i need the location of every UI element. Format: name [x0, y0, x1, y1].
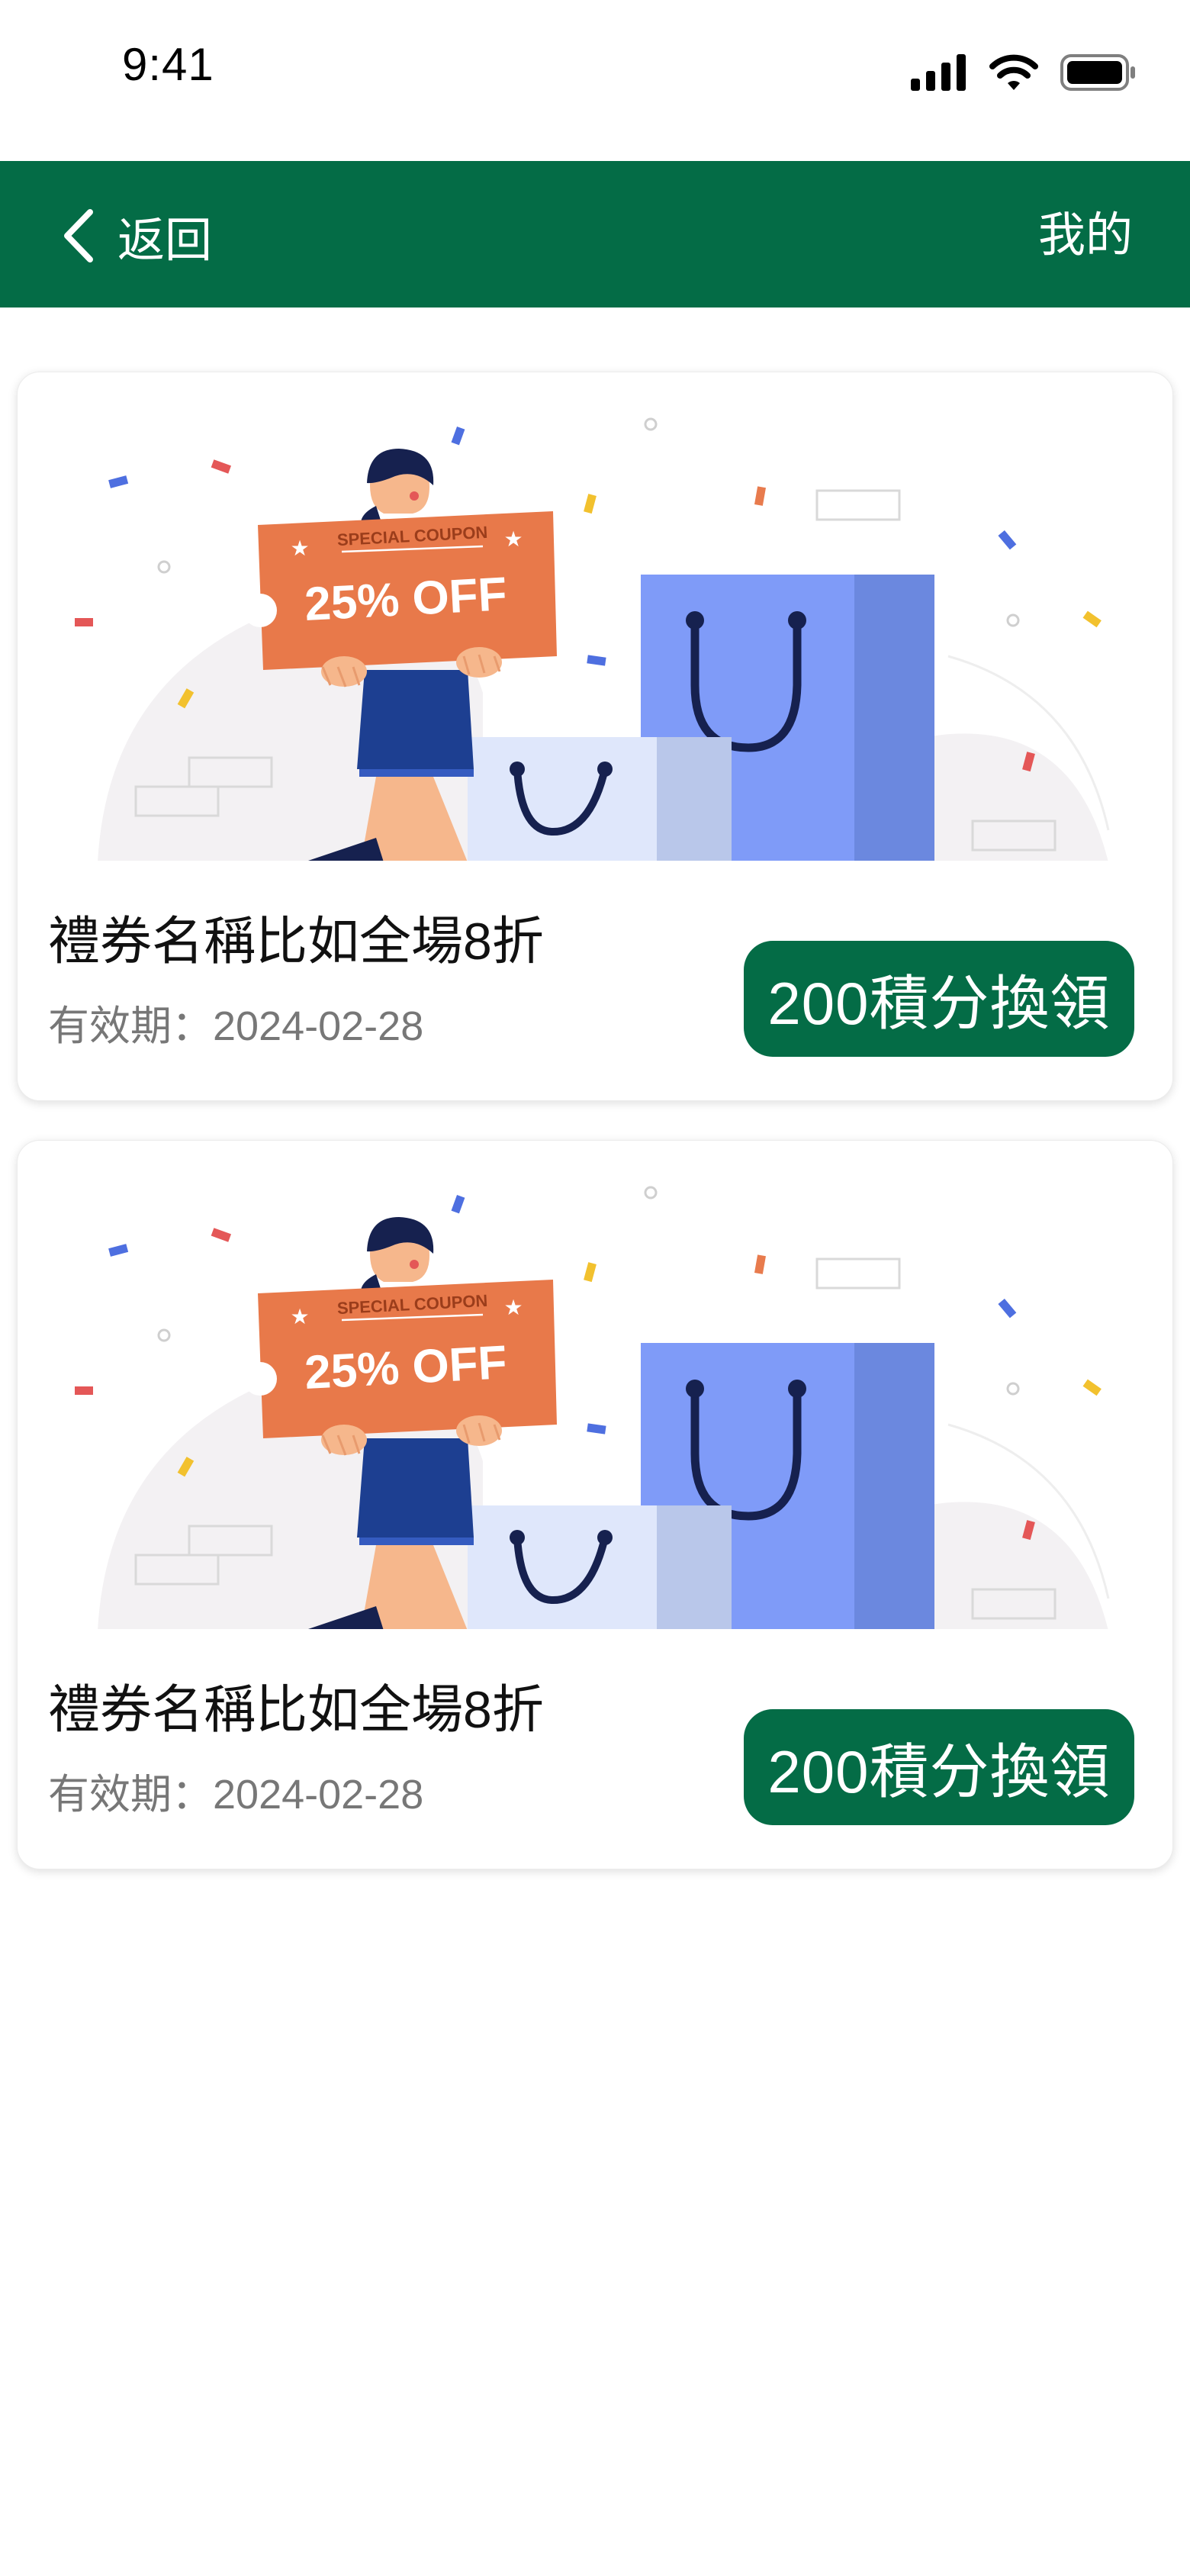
mine-link[interactable]: 我的 [1038, 203, 1133, 268]
wifi-icon [989, 54, 1038, 90]
coupon-title: 禮券名稱比如全場8折 [48, 913, 544, 971]
svg-text:★: ★ [290, 1304, 309, 1329]
coupon-illustration: SPECIAL COUPON 25% OFF ★ ★ [75, 417, 1110, 861]
signal-icon [911, 54, 966, 91]
coupon-title: 禮券名稱比如全場8折 [48, 1681, 544, 1739]
battery-icon [1060, 54, 1135, 91]
chevron-left-icon [64, 208, 93, 262]
svg-text:★: ★ [503, 1295, 523, 1320]
coupon-card[interactable]: SPECIAL COUPON 25% OFF ★ ★ 禮券名稱比如全場8折 有效… [17, 372, 1173, 1101]
coupon-illustration: SPECIAL COUPON 25% OFF ★ ★ [75, 1186, 1110, 1629]
coupon-badge-main: 25% OFF [304, 568, 509, 631]
back-label: 返回 [117, 214, 213, 267]
redeem-button[interactable]: 200積分換領 [744, 941, 1134, 1057]
nav-bar: 返回 我的 [0, 161, 1190, 308]
status-bar: 9:41 [0, 0, 1190, 161]
coupon-card[interactable]: SPECIAL COUPON 25% OFF ★ ★ 禮券名稱比如全場8折 有效… [17, 1140, 1173, 1869]
coupon-validity: 有效期：2024-02-28 [48, 1003, 424, 1049]
svg-text:★: ★ [503, 526, 523, 552]
coupon-validity: 有效期：2024-02-28 [48, 1772, 424, 1818]
svg-text:★: ★ [290, 536, 309, 561]
redeem-button[interactable]: 200積分換領 [744, 1709, 1134, 1825]
status-icons [911, 53, 1137, 92]
back-button[interactable]: 返回 [61, 203, 212, 268]
status-time: 9:41 [122, 39, 214, 90]
coupon-badge-main: 25% OFF [304, 1336, 509, 1399]
